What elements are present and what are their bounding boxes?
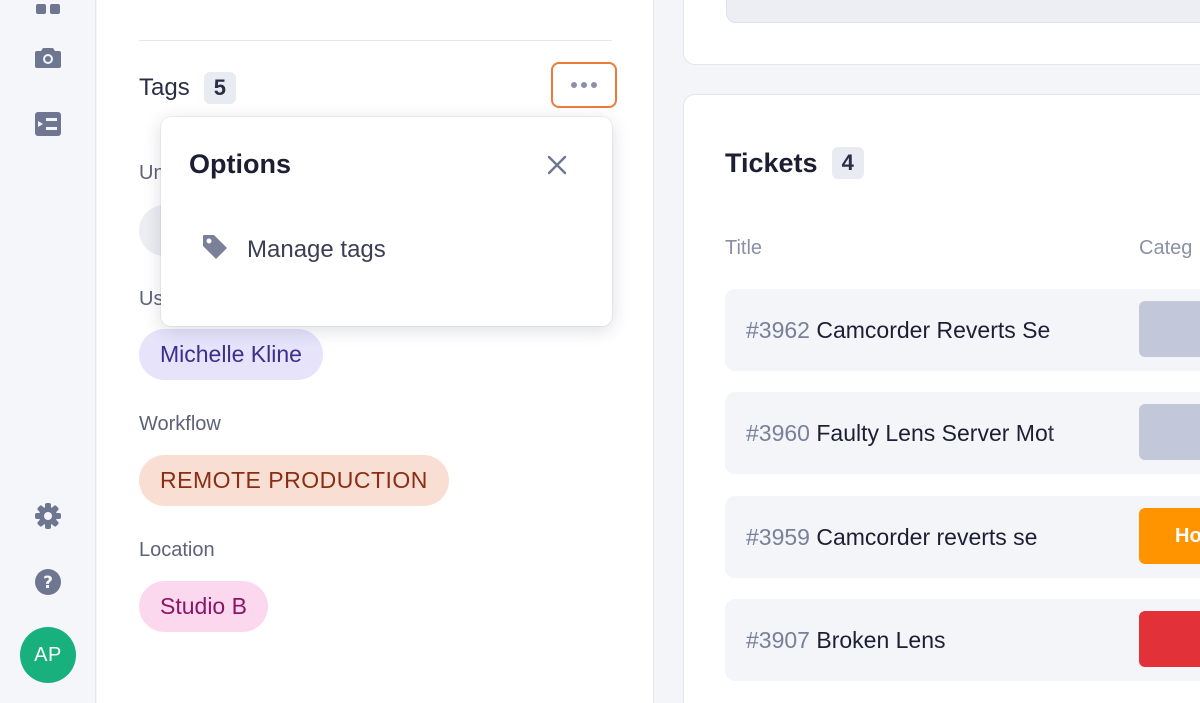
tickets-card: Tickets 4 Title Categ #3962 Camcorder Re…: [683, 94, 1200, 703]
tags-title: Tags: [139, 74, 190, 101]
text-fade: [1045, 496, 1115, 578]
left-rail: ? AP: [0, 0, 96, 703]
ticket-name: Camcorder Reverts Se: [816, 317, 1051, 343]
text-fade: [1045, 392, 1115, 474]
column-header-title[interactable]: Title: [725, 237, 762, 260]
more-dot: [591, 82, 597, 88]
camera-icon[interactable]: [32, 42, 64, 74]
tickets-count-badge: 4: [831, 147, 864, 179]
top-card: [683, 0, 1200, 65]
manage-tags-menu-item[interactable]: Manage tags: [201, 233, 386, 266]
location-chip[interactable]: Studio B: [139, 581, 268, 632]
tickets-header: Tickets 4: [725, 147, 864, 179]
manage-tags-label: Manage tags: [247, 235, 386, 263]
ticket-number: #3907: [746, 627, 810, 653]
details-panel: Tags 5 Un Us Michelle Kline Workflow REM…: [97, 0, 654, 703]
ticket-title: #3907 Broken Lens: [746, 627, 1106, 654]
avatar[interactable]: AP: [20, 627, 76, 683]
ticket-number: #3959: [746, 524, 810, 550]
tags-count-badge: 5: [203, 72, 236, 104]
ticket-name: Faulty Lens Server Mot: [816, 420, 1055, 446]
category-chip[interactable]: Ho: [1139, 508, 1200, 564]
table-row[interactable]: #3962 Camcorder Reverts Se: [725, 289, 1200, 371]
table-row[interactable]: #3959 Camcorder reverts se Ho: [725, 496, 1200, 578]
column-header-category[interactable]: Categ: [1139, 237, 1192, 260]
field-label-workflow: Workflow: [139, 413, 221, 435]
field-label-location: Location: [139, 539, 215, 561]
import-icon[interactable]: [32, 108, 64, 140]
divider: [139, 40, 612, 41]
options-popover: Options Manage tags: [161, 117, 612, 326]
top-card-field[interactable]: [726, 0, 1200, 23]
tickets-title: Tickets: [725, 147, 818, 178]
more-options-button[interactable]: [551, 62, 617, 108]
grid-icon[interactable]: [32, 0, 64, 18]
more-dots-icon: [571, 82, 577, 88]
more-dot: [581, 82, 587, 88]
close-icon[interactable]: [543, 151, 571, 179]
ticket-name: Camcorder reverts se: [816, 524, 1038, 550]
ticket-number: #3960: [746, 420, 810, 446]
ticket-name: Broken Lens: [816, 627, 946, 653]
popover-title: Options: [189, 149, 291, 179]
gear-icon[interactable]: [32, 500, 64, 532]
text-fade: [1045, 289, 1115, 371]
field-label-user: Us: [139, 288, 164, 310]
category-chip[interactable]: [1139, 301, 1200, 357]
tags-header: Tags 5: [139, 72, 236, 104]
category-chip[interactable]: [1139, 611, 1200, 667]
table-row[interactable]: #3907 Broken Lens: [725, 599, 1200, 681]
ticket-number: #3962: [746, 317, 810, 343]
help-icon[interactable]: ?: [32, 566, 64, 598]
svg-text:?: ?: [43, 573, 53, 593]
category-chip[interactable]: [1139, 404, 1200, 460]
tag-icon: [201, 233, 229, 266]
user-chip[interactable]: Michelle Kline: [139, 329, 323, 380]
workflow-chip[interactable]: REMOTE PRODUCTION: [139, 455, 449, 506]
table-row[interactable]: #3960 Faulty Lens Server Mot: [725, 392, 1200, 474]
